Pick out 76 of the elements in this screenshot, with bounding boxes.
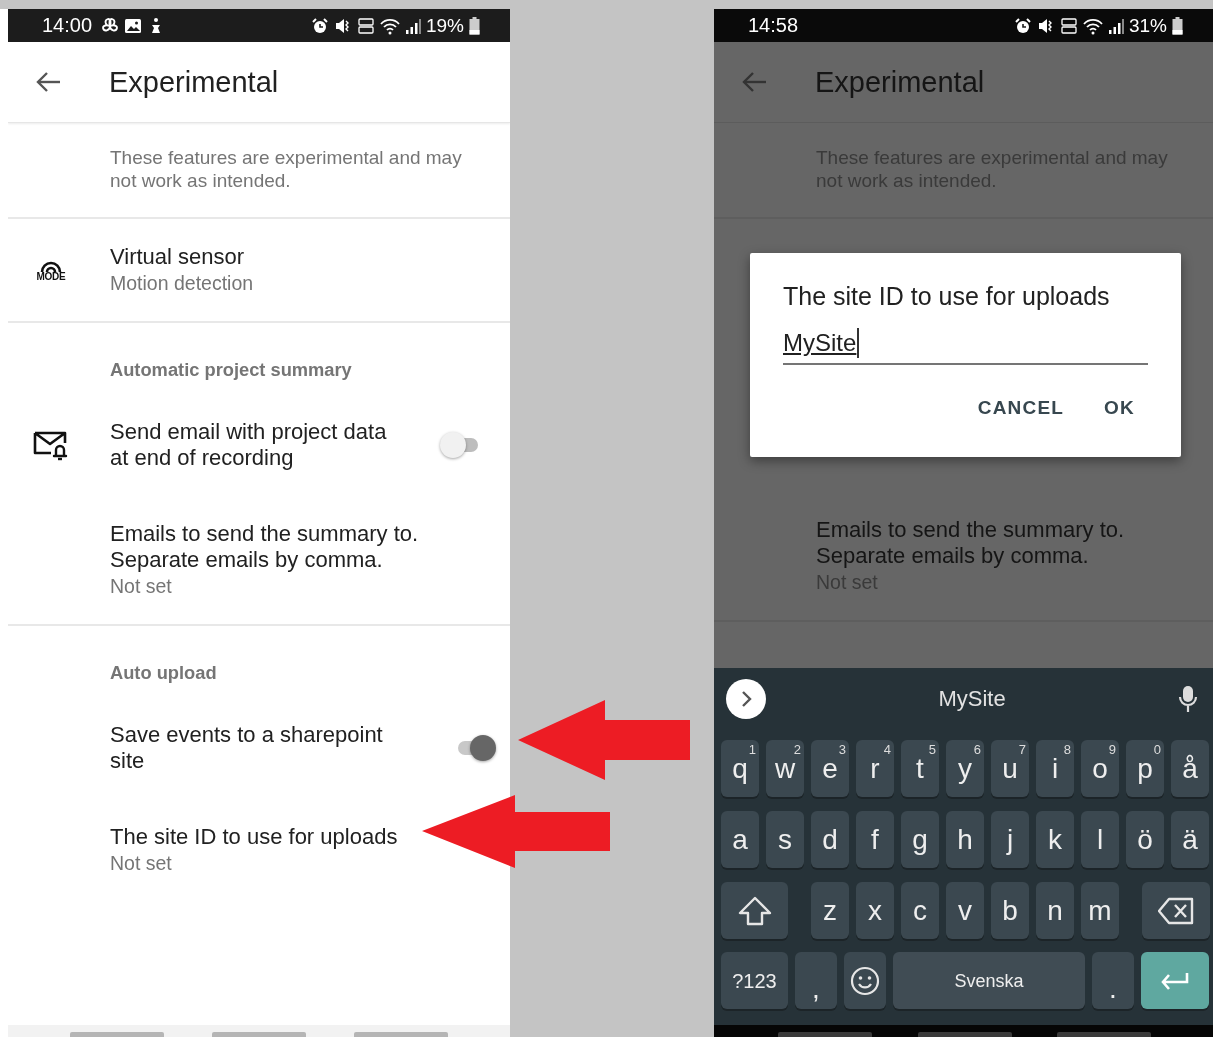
dialog-button[interactable]: CANCEL — [977, 397, 1065, 419]
dialog-title: The site ID to use for uploads — [783, 281, 1111, 311]
microphone-icon[interactable] — [1178, 685, 1198, 713]
keyboard-key[interactable]: n — [1036, 882, 1074, 939]
mail-bell-icon — [33, 429, 69, 461]
setting-summary: Not set — [110, 574, 173, 599]
battery-icon — [469, 16, 480, 35]
space-bar[interactable]: Svenska — [893, 952, 1085, 1009]
keyboard-key[interactable]: v — [946, 882, 984, 939]
setting-title[interactable]: The site ID to use for uploads — [110, 824, 398, 850]
keyboard-key[interactable]: k — [1036, 811, 1074, 868]
back-arrow-icon[interactable] — [35, 71, 61, 93]
suggestion-word[interactable]: MySite — [938, 686, 1006, 712]
keyboard-key[interactable]: u 7 — [991, 740, 1029, 797]
expand-chevron-icon[interactable] — [726, 679, 766, 719]
backspace-key[interactable] — [1142, 882, 1210, 939]
setting-title[interactable]: Emails to send the summary to. Separate emails by comma. — [110, 521, 440, 573]
image-icon — [124, 16, 143, 35]
description-text: These features are experimental and may not work as intended. — [109, 146, 463, 193]
setting-title[interactable]: Virtual sensor — [110, 244, 245, 270]
keyboard-key[interactable]: f — [856, 811, 894, 868]
input-field[interactable]: MySite — [783, 328, 1148, 365]
keyboard-key[interactable]: , — [795, 952, 837, 1009]
status-time: 14:00 — [42, 14, 93, 37]
alarm-icon — [1013, 16, 1032, 35]
signal-icon — [404, 16, 421, 35]
status-time: 14:58 — [748, 14, 799, 37]
battery-percentage: 19% — [425, 14, 464, 37]
keyboard-key[interactable]: b — [991, 882, 1029, 939]
setting-summary: Not set — [110, 851, 173, 876]
keyboard-key[interactable]: m — [1081, 882, 1119, 939]
section-header: Auto upload — [109, 661, 218, 685]
alarm-icon — [310, 16, 329, 35]
keyboard-key[interactable]: w 2 — [766, 740, 804, 797]
keyboard-key[interactable]: j — [991, 811, 1029, 868]
keyboard-key[interactable]: r 4 — [856, 740, 894, 797]
keyboard-key[interactable]: h — [946, 811, 984, 868]
keyboard-key[interactable]: i 8 — [1036, 740, 1074, 797]
wifi-icon — [379, 16, 400, 35]
keyboard-key[interactable]: l — [1081, 811, 1119, 868]
keyboard-key[interactable]: . — [1092, 952, 1134, 1009]
keyboard-key[interactable]: ?123 — [721, 952, 788, 1009]
section-header: Automatic project summary — [109, 358, 353, 382]
enter-key[interactable] — [1141, 952, 1209, 1009]
keyboard-key[interactable]: g — [901, 811, 939, 868]
setting-title[interactable]: Save events to a sharepoint site — [110, 722, 405, 774]
keyboard-key[interactable]: ö — [1126, 811, 1164, 868]
shift-icon — [736, 894, 773, 927]
enter-icon — [1160, 970, 1190, 991]
wifi-icon — [1082, 16, 1103, 35]
backspace-icon — [1158, 896, 1194, 925]
keyboard-key[interactable]: å — [1171, 740, 1209, 797]
keyboard-key[interactable]: a — [721, 811, 759, 868]
keyboard-key[interactable]: s — [766, 811, 804, 868]
keyboard-key[interactable]: c — [901, 882, 939, 939]
dialog-button[interactable]: OK — [1104, 397, 1135, 419]
keyboard-key[interactable]: z — [811, 882, 849, 939]
keyboard-key[interactable]: ä — [1171, 811, 1209, 868]
keyboard-key[interactable]: p 0 — [1126, 740, 1164, 797]
keyboard-key[interactable]: o 9 — [1081, 740, 1119, 797]
shift-key[interactable] — [721, 882, 788, 939]
keyboard-key[interactable]: q 1 — [721, 740, 759, 797]
signal-icon — [1107, 16, 1124, 35]
battery-percentage: 31% — [1128, 14, 1167, 37]
battery-icon — [1172, 16, 1183, 35]
screen-title: Experimental — [109, 65, 279, 99]
keyboard-key[interactable]: y 6 — [946, 740, 984, 797]
keyboard-key[interactable]: e 3 — [811, 740, 849, 797]
keyboard-key[interactable]: d — [811, 811, 849, 868]
smiley-icon — [850, 965, 880, 996]
screen-title: Experimental — [815, 65, 985, 99]
keyboard-key[interactable]: x — [856, 882, 894, 939]
emoji-key[interactable] — [844, 952, 886, 1009]
setting-title[interactable]: Send email with project data at end of recording — [110, 419, 405, 471]
setting-summary: Motion detection — [110, 271, 255, 296]
keyboard-key[interactable]: t 5 — [901, 740, 939, 797]
